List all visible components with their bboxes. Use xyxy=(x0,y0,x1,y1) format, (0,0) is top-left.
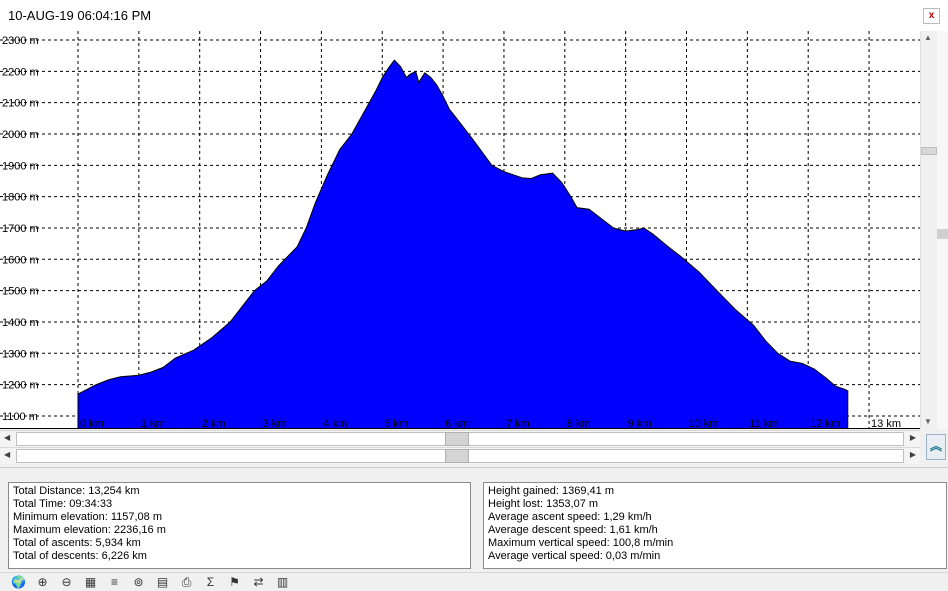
horizontal-scroll-thumb[interactable] xyxy=(445,432,469,446)
x-tick-label: 5 km xyxy=(384,418,408,429)
y-tick-label: 1800 m xyxy=(2,192,39,204)
horizontal-scrollbar-zoom[interactable]: ◀ ▶ xyxy=(0,430,920,447)
y-tick-label: 2000 m xyxy=(2,129,39,141)
export-icon[interactable]: ▥ xyxy=(273,574,292,591)
left-stat-line: Total of ascents: 5,934 km xyxy=(13,537,141,549)
title-bar: 10-AUG-19 06:04:16 PM x xyxy=(0,0,948,32)
right-stat-line: Average ascent speed: 1,29 km/h xyxy=(488,511,652,523)
x-tick-label: 8 km xyxy=(567,418,591,429)
horizontal-scrollbar-position[interactable]: ◀ ▶ xyxy=(0,447,920,464)
x-tick-label: 12 km xyxy=(810,418,840,429)
notes-icon[interactable]: ▤ xyxy=(153,574,172,591)
y-tick-label: 1400 m xyxy=(2,317,39,329)
x-tick-label: 7 km xyxy=(506,418,530,429)
y-tick-label: 1200 m xyxy=(2,380,39,392)
left-stat-line: Maximum elevation: 2236,16 m xyxy=(13,524,166,536)
left-stat-line: Total Distance: 13,254 km xyxy=(13,485,140,497)
scroll-right-icon[interactable]: ▶ xyxy=(910,433,916,442)
right-stat-line: Height lost: 1353,07 m xyxy=(488,498,599,510)
y-tick-label: 2300 m xyxy=(2,35,39,47)
bottom-toolbar: 🌍 ⊕ ⊖ ▦ ≡ ⊚ ▤ ⎙ Σ ⚑ ⇄ ▥ xyxy=(0,572,948,591)
scroll-up-icon[interactable]: ▲ xyxy=(924,33,932,42)
search-track-icon[interactable]: ⊚ xyxy=(129,574,148,591)
secondary-scroll-thumb[interactable] xyxy=(937,229,948,239)
vertical-scrollbar[interactable]: ▲ ▼ xyxy=(920,31,937,429)
y-tick-label: 1600 m xyxy=(2,254,39,266)
scroll-down-icon[interactable]: ▼ xyxy=(924,417,932,426)
left-stat-line: Total Time: 09:34:33 xyxy=(13,498,113,510)
double-chevron-up-icon: ︽ xyxy=(929,439,942,453)
scroll-left-icon[interactable]: ◀ xyxy=(4,433,10,442)
y-tick-label: 1900 m xyxy=(2,160,39,172)
x-tick-label: 9 km xyxy=(628,418,652,429)
x-tick-label: 3 km xyxy=(263,418,287,429)
right-stat-line: Average vertical speed: 0,03 m/min xyxy=(488,550,661,562)
x-tick-label: 10 km xyxy=(689,418,719,429)
x-tick-label: 13 km xyxy=(871,418,901,429)
x-tick-label: 6 km xyxy=(445,418,469,429)
elevation-chart: 2300 m 2200 m 2100 m 2000 m 1900 m 1800 m 1700… xyxy=(0,31,920,429)
x-tick-label: 2 km xyxy=(202,418,226,429)
x-tick-label: 11 km xyxy=(749,418,778,429)
x-tick-label: 0 km xyxy=(80,418,104,429)
print-icon[interactable]: ⎙ xyxy=(177,574,196,591)
sum-icon[interactable]: Σ xyxy=(201,574,220,591)
horizontal-scroll-thumb[interactable] xyxy=(445,449,469,463)
close-button[interactable]: x xyxy=(923,8,940,24)
right-stat-line: Average descent speed: 1,61 km/h xyxy=(488,524,658,536)
right-stat-line: Height gained: 1369,41 m xyxy=(488,485,614,497)
x-tick-label: 1 km xyxy=(141,418,165,429)
right-stat-line: Maximum vertical speed: 100,8 m/min xyxy=(488,537,674,549)
y-tick-label: 1700 m xyxy=(2,223,39,235)
secondary-vertical-scrollbar[interactable] xyxy=(937,31,948,429)
x-tick-label: 4 km xyxy=(323,418,347,429)
elevation-chart-svg: 2300 m 2200 m 2100 m 2000 m 1900 m 1800 m 1700… xyxy=(0,31,920,429)
expand-panel-button[interactable]: ︽ xyxy=(926,434,946,460)
globe-icon[interactable]: 🌍 xyxy=(9,574,28,591)
y-tick-label: 1100 m xyxy=(2,411,38,423)
y-tick-label: 2200 m xyxy=(2,66,39,78)
grid-icon[interactable]: ▦ xyxy=(81,574,100,591)
zoom-out-icon[interactable]: ⊖ xyxy=(57,574,76,591)
stats-panel-left: Total Distance: 13,254 km Total Time: 09:… xyxy=(8,482,471,569)
vertical-scroll-thumb[interactable] xyxy=(921,147,937,155)
y-tick-label: 1500 m xyxy=(2,286,39,298)
left-stat-line: Total of descents: 6,226 km xyxy=(13,550,147,562)
elevation-area xyxy=(77,59,849,429)
zoom-in-icon[interactable]: ⊕ xyxy=(33,574,52,591)
stats-panel-right: Height gained: 1369,41 m Height lost: 135… xyxy=(483,482,947,569)
scroll-left-icon[interactable]: ◀ xyxy=(4,450,10,459)
y-tick-label: 1300 m xyxy=(2,348,39,360)
speed-icon[interactable]: ≡ xyxy=(105,574,124,591)
swap-icon[interactable]: ⇄ xyxy=(249,574,268,591)
scroll-right-icon[interactable]: ▶ xyxy=(910,450,916,459)
marker-icon[interactable]: ⚑ xyxy=(225,574,244,591)
window-title: 10-AUG-19 06:04:16 PM xyxy=(8,8,152,23)
panel-divider xyxy=(0,467,948,468)
y-tick-label: 2100 m xyxy=(2,98,39,110)
left-stat-line: Minimum elevation: 1157,08 m xyxy=(13,511,162,523)
